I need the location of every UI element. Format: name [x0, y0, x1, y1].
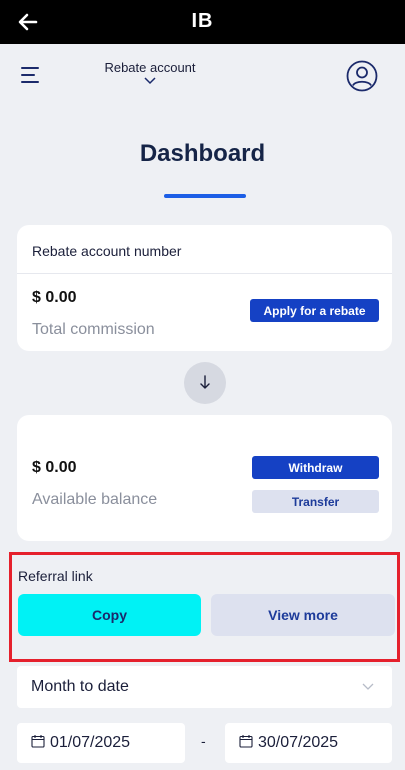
hamburger-menu-icon[interactable]: [20, 66, 40, 84]
page-header: Rebate account: [0, 44, 405, 114]
date-from-field[interactable]: 01/07/2025: [17, 723, 185, 763]
rebate-account-card: Rebate account number $ 0.00 Total commi…: [17, 225, 392, 351]
available-balance-label: Available balance: [32, 491, 158, 508]
top-app-bar: IB: [0, 0, 405, 44]
title-underline: [164, 194, 246, 198]
date-to-field[interactable]: 30/07/2025: [225, 723, 392, 763]
copy-button[interactable]: Copy: [18, 594, 201, 636]
total-commission-label: Total commission: [32, 321, 155, 338]
account-selector[interactable]: Rebate account: [90, 60, 210, 85]
apply-rebate-button[interactable]: Apply for a rebate: [250, 299, 379, 322]
date-to-value: 30/07/2025: [258, 734, 339, 751]
transfer-direction-indicator: [184, 362, 226, 404]
referral-link-title: Referral link: [18, 568, 93, 584]
available-balance-amount: $ 0.00: [32, 459, 77, 476]
period-value: Month to date: [31, 678, 129, 695]
date-from-value: 01/07/2025: [50, 734, 131, 751]
total-commission-amount: $ 0.00: [32, 289, 77, 306]
withdraw-button[interactable]: Withdraw: [252, 456, 379, 479]
card-divider: [17, 273, 392, 274]
rebate-account-title: Rebate account number: [32, 243, 182, 259]
account-selector-label: Rebate account: [104, 60, 196, 75]
date-range-separator: -: [201, 733, 206, 749]
chevron-down-icon: [362, 683, 374, 690]
calendar-icon: [31, 735, 45, 748]
arrow-down-icon: [200, 375, 210, 389]
app-title: IB: [191, 10, 214, 32]
referral-link-section: Referral link Copy View more: [9, 552, 400, 662]
transfer-button[interactable]: Transfer: [252, 490, 379, 513]
page-title: Dashboard: [139, 140, 266, 167]
chevron-down-icon: [144, 77, 156, 85]
balance-card: $ 0.00 Available balance Withdraw Transf…: [17, 415, 392, 541]
user-avatar-icon[interactable]: [346, 60, 378, 92]
period-dropdown[interactable]: Month to date: [17, 666, 392, 708]
view-more-button[interactable]: View more: [211, 594, 395, 636]
calendar-icon: [239, 735, 253, 748]
